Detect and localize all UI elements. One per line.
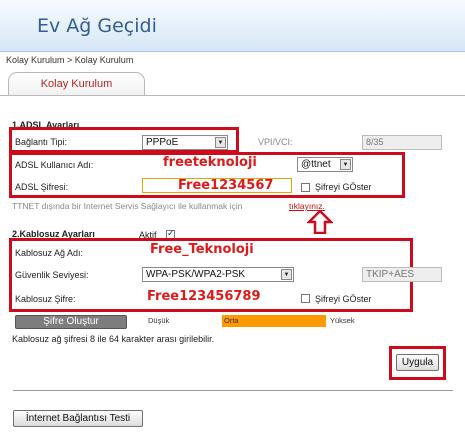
- vpi-value: 8/35: [366, 137, 384, 147]
- cipher-value: TKIP+AES: [366, 269, 415, 280]
- tab-divider: [0, 95, 465, 96]
- arrow-up-icon: [307, 210, 333, 234]
- connection-type-label: Bağlantı Tipi:: [15, 137, 68, 147]
- wireless-password-label: Kablosuz Şifre:: [15, 294, 76, 304]
- vpi-label: VPI/VCI:: [258, 137, 293, 147]
- adsl-password-label: ADSL Şifresi:: [15, 182, 69, 192]
- security-label: Güvenlik Seviyesi:: [15, 270, 89, 280]
- divider: [13, 390, 453, 391]
- isp-note: TTNET dışında bir Internet Servis Sağlay…: [12, 201, 243, 211]
- vpi-input[interactable]: 8/35: [362, 135, 442, 150]
- security-select[interactable]: WPA-PSK/WPA2-PSK ▼: [142, 267, 294, 282]
- breadcrumb: Kolay Kurulum > Kolay Kurulum: [6, 55, 134, 65]
- adsl-username-label: ADSL Kullanıcı Adı:: [15, 160, 94, 170]
- strength-low: Düşük: [138, 315, 222, 327]
- page-header: Ev Ağ Geçidi: [0, 0, 465, 52]
- ssid-label: Kablosuz Ağ Adı:: [15, 248, 84, 258]
- adsl-show-password-label: Şifreyi GÖster: [315, 182, 372, 192]
- strength-high: Yüksek: [326, 315, 412, 327]
- internet-test-button[interactable]: İnternet Bağlantısı Testi: [13, 410, 143, 427]
- domain-value: @ttnet: [301, 159, 331, 170]
- adsl-username-value: freeteknoloji: [163, 155, 257, 170]
- wireless-show-password-label: Şifreyi GÖster: [315, 294, 372, 304]
- wireless-show-password-checkbox[interactable]: [301, 294, 310, 303]
- wireless-password-value: Free123456789: [147, 289, 261, 304]
- connection-type-select[interactable]: PPPoE ▼: [142, 135, 228, 150]
- page-title: Ev Ağ Geçidi: [37, 15, 157, 37]
- password-hint: Kablosuz ağ şifresi 8 ile 64 karakter ar…: [12, 334, 215, 344]
- adsl-password-value: Free1234567: [178, 178, 274, 193]
- chevron-down-icon: ▼: [215, 137, 226, 148]
- cipher-input[interactable]: TKIP+AES: [362, 267, 442, 282]
- chevron-down-icon: ▼: [281, 269, 292, 280]
- generate-password-button[interactable]: Şifre Oluştur: [15, 315, 127, 329]
- adsl-show-password-checkbox[interactable]: [301, 183, 310, 192]
- ssid-value: Free_Teknoloji: [150, 242, 254, 257]
- security-value: WPA-PSK/WPA2-PSK: [146, 269, 246, 280]
- apply-button[interactable]: Uygula: [396, 354, 439, 371]
- tab-kolay-kurulum[interactable]: Kolay Kurulum: [8, 72, 145, 96]
- connection-type-value: PPPoE: [146, 137, 179, 148]
- chevron-down-icon: ▼: [340, 159, 351, 170]
- domain-select[interactable]: @ttnet ▼: [297, 157, 353, 172]
- strength-mid: Orta: [222, 315, 326, 327]
